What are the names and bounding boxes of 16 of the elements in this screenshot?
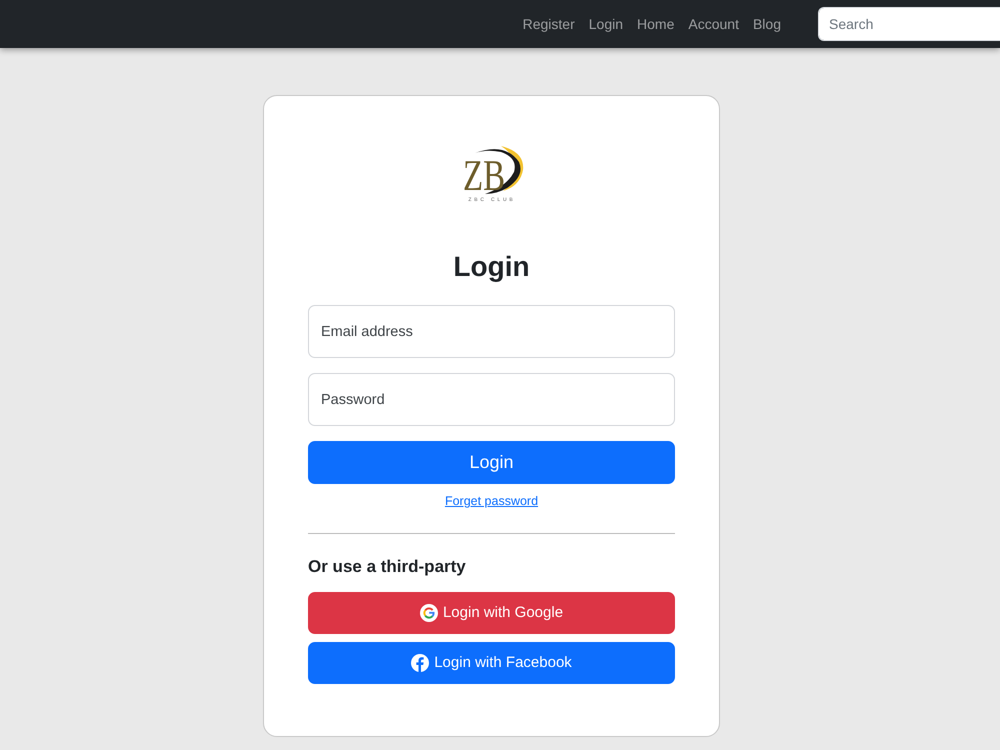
input-field[interactable]: Password xyxy=(308,373,675,426)
facebook-login-button[interactable]: Login with Facebook xyxy=(308,642,675,684)
search-field[interactable]: Search xyxy=(818,7,1000,41)
nav-link[interactable]: Register xyxy=(516,10,582,38)
nav-link[interactable]: Login xyxy=(582,10,630,38)
login-title: Login xyxy=(452,250,531,284)
third-party-heading: Or use a third-party xyxy=(308,556,467,578)
nav-link[interactable]: Account xyxy=(681,10,746,38)
nav-link[interactable]: Blog xyxy=(746,10,788,38)
forgot-password-link[interactable]: Forget password xyxy=(444,492,538,510)
login-button[interactable]: Login xyxy=(308,441,675,484)
google-login-button[interactable]: Login with Google xyxy=(308,592,675,634)
nav-link[interactable]: Home xyxy=(630,10,682,38)
facebook-icon xyxy=(411,654,430,672)
google-icon xyxy=(420,604,438,622)
input-field[interactable]: Email address xyxy=(308,305,675,358)
